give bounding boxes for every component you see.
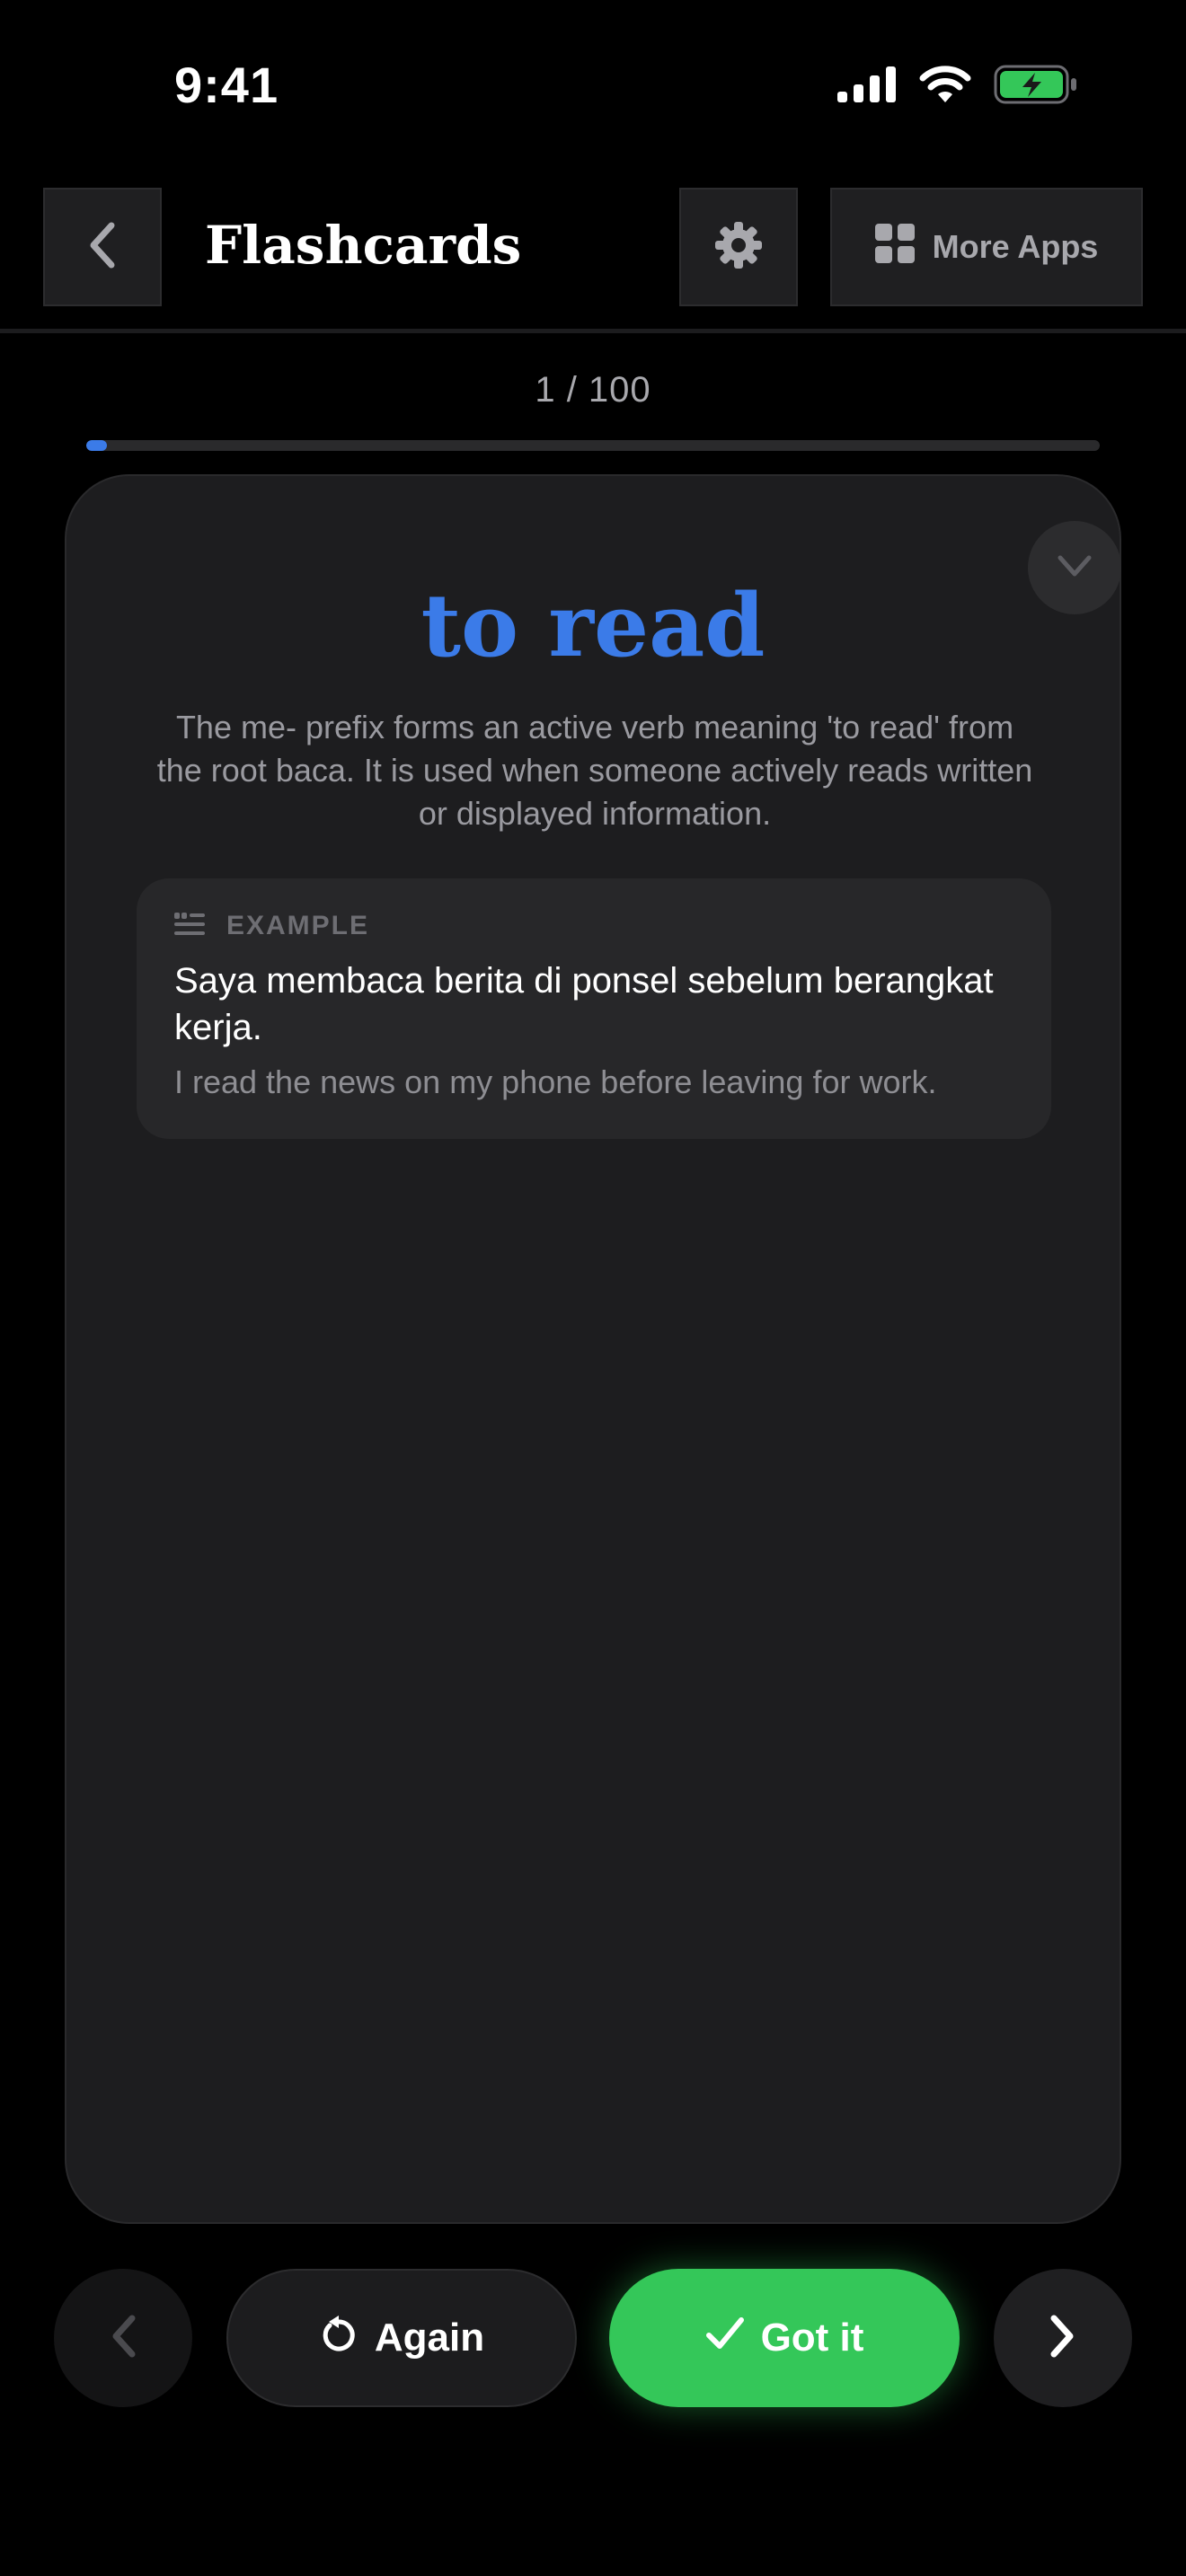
chevron-right-icon bbox=[1047, 2311, 1079, 2366]
again-button[interactable]: Again bbox=[226, 2269, 577, 2407]
example-box: EXAMPLE Saya membaca berita di ponsel se… bbox=[137, 878, 1051, 1139]
rotate-ccw-icon bbox=[319, 2313, 358, 2364]
status-icons bbox=[837, 65, 1078, 109]
example-label: EXAMPLE bbox=[226, 911, 370, 940]
card-description: The me- prefix forms an active verb mean… bbox=[156, 709, 1033, 832]
more-apps-button[interactable]: More Apps bbox=[830, 188, 1143, 306]
quote-list-icon bbox=[174, 912, 205, 940]
flashcard[interactable]: to read The me- prefix forms an active v… bbox=[65, 474, 1121, 2224]
header: Flashcards More Apps bbox=[0, 184, 1186, 310]
back-button[interactable] bbox=[43, 188, 162, 306]
chevron-left-icon bbox=[107, 2311, 139, 2366]
page-title: Flashcards bbox=[205, 215, 522, 276]
settings-button[interactable] bbox=[679, 188, 798, 306]
again-label: Again bbox=[374, 2316, 485, 2360]
status-time: 9:41 bbox=[174, 57, 279, 113]
got-it-label: Got it bbox=[760, 2316, 864, 2360]
example-header: EXAMPLE bbox=[174, 911, 369, 941]
previous-card-button[interactable] bbox=[54, 2269, 192, 2407]
checkmark-icon bbox=[705, 2316, 745, 2361]
more-apps-label: More Apps bbox=[932, 228, 1099, 265]
example-translation: I read the news on my phone before leavi… bbox=[174, 1063, 937, 1100]
next-card-button[interactable] bbox=[994, 2269, 1132, 2407]
cellular-signal-icon bbox=[837, 66, 897, 107]
battery-charging-icon bbox=[994, 65, 1078, 109]
got-it-button[interactable]: Got it bbox=[609, 2269, 960, 2407]
header-divider bbox=[0, 329, 1186, 333]
example-sentence: Saya membaca berita di ponsel sebelum be… bbox=[174, 961, 994, 1047]
status-bar: 9:41 bbox=[0, 0, 1186, 171]
grid-icon bbox=[874, 223, 915, 271]
action-bar: Again Got it bbox=[0, 2267, 1186, 2411]
gear-icon bbox=[713, 220, 764, 275]
chevron-left-icon bbox=[84, 220, 120, 275]
card-word: to read bbox=[420, 575, 766, 676]
wifi-icon bbox=[918, 65, 972, 109]
progress-bar bbox=[86, 440, 1100, 451]
progress-bar-fill bbox=[86, 440, 107, 451]
progress-counter: 1 / 100 bbox=[535, 370, 651, 410]
